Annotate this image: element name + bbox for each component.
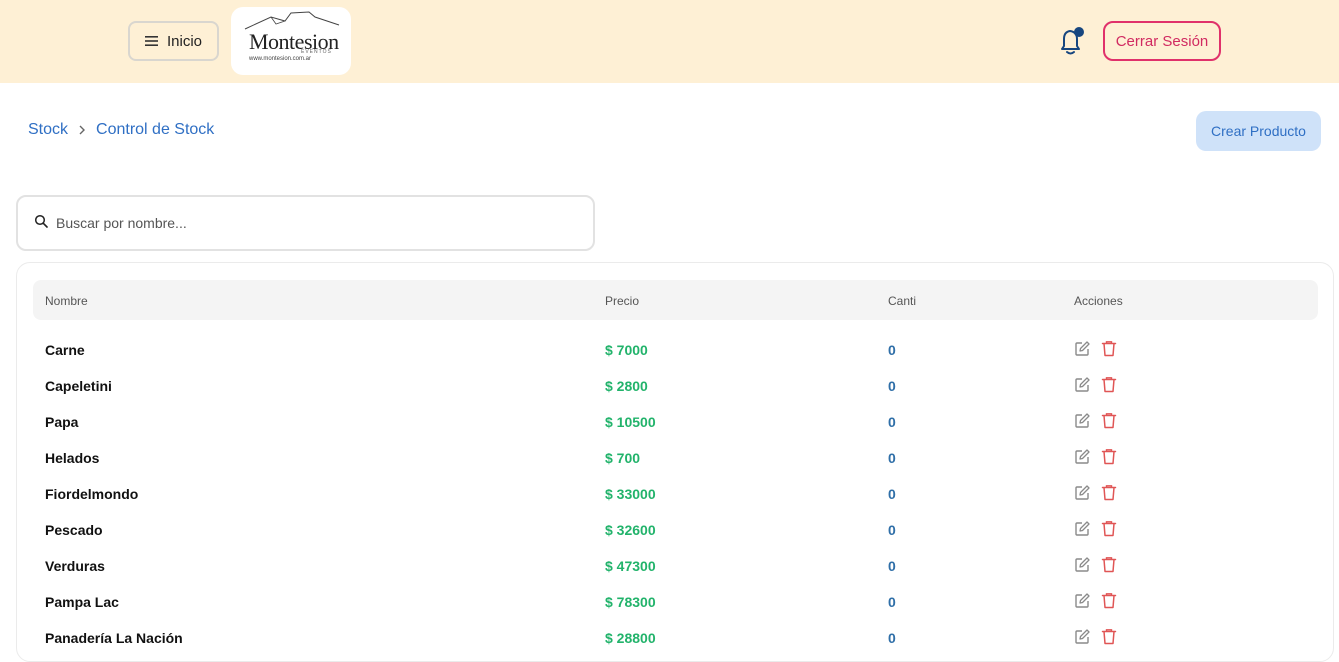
table-row: Pescado $ 32600 0 — [33, 507, 1318, 543]
product-name: Pescado — [45, 522, 103, 538]
trash-icon[interactable] — [1101, 592, 1117, 609]
product-quantity: 0 — [888, 414, 896, 430]
edit-icon[interactable] — [1074, 377, 1090, 393]
edit-icon[interactable] — [1074, 521, 1090, 537]
trash-icon[interactable] — [1101, 448, 1117, 465]
edit-icon[interactable] — [1074, 557, 1090, 573]
trash-icon[interactable] — [1101, 376, 1117, 393]
bell-icon — [1061, 27, 1084, 55]
trash-icon[interactable] — [1101, 412, 1117, 429]
table-row: Fiordelmondo $ 33000 0 — [33, 471, 1318, 507]
edit-icon[interactable] — [1074, 593, 1090, 609]
column-header-acciones: Acciones — [1074, 294, 1123, 308]
edit-icon[interactable] — [1074, 341, 1090, 357]
trash-icon[interactable] — [1101, 556, 1117, 573]
stock-table: Nombre Precio Canti Acciones Carne $ 7000… — [16, 262, 1334, 662]
edit-icon[interactable] — [1074, 413, 1090, 429]
montesion-logo[interactable]: Montesion EVENTOS www.montesion.com.ar — [231, 7, 351, 75]
table-row: Papa $ 10500 0 — [33, 399, 1318, 435]
table-row: Carne $ 7000 0 — [33, 327, 1318, 363]
search-icon — [34, 214, 48, 233]
top-bar: Inicio Montesion EVENTOS www.montesion.c… — [0, 0, 1339, 83]
product-quantity: 0 — [888, 630, 896, 646]
product-price: $ 33000 — [605, 486, 656, 502]
logout-button[interactable]: Cerrar Sesión — [1103, 21, 1221, 61]
trash-icon[interactable] — [1101, 484, 1117, 501]
product-name: Helados — [45, 450, 100, 466]
table-row: Capeletini $ 2800 0 — [33, 363, 1318, 399]
product-price: $ 7000 — [605, 342, 648, 358]
product-price: $ 10500 — [605, 414, 656, 430]
product-name: Capeletini — [45, 378, 112, 394]
product-quantity: 0 — [888, 378, 896, 394]
search-box — [16, 195, 595, 251]
home-menu-label: Inicio — [166, 32, 203, 50]
product-quantity: 0 — [888, 486, 896, 502]
column-header-nombre[interactable]: Nombre — [45, 294, 88, 308]
product-name: Carne — [45, 342, 85, 358]
product-quantity: 0 — [888, 450, 896, 466]
product-quantity: 0 — [888, 522, 896, 538]
product-name: Panadería La Nación — [45, 630, 183, 646]
product-quantity: 0 — [888, 342, 896, 358]
trash-icon[interactable] — [1101, 340, 1117, 357]
logo-subtext: EVENTOS — [301, 49, 332, 55]
product-name: Verduras — [45, 558, 105, 574]
edit-icon[interactable] — [1074, 449, 1090, 465]
product-name: Fiordelmondo — [45, 486, 139, 502]
product-price: $ 2800 — [605, 378, 648, 394]
product-price: $ 78300 — [605, 594, 656, 610]
chevron-right-icon — [78, 124, 86, 136]
search-input[interactable] — [56, 215, 556, 231]
home-menu-button[interactable]: Inicio — [128, 21, 219, 61]
logo-url: www.montesion.com.ar — [249, 56, 312, 62]
table-row: Helados $ 700 0 — [33, 435, 1318, 471]
hamburger-icon — [144, 35, 159, 47]
create-product-button[interactable]: Crear Producto — [1196, 111, 1321, 151]
column-header-precio[interactable]: Precio — [605, 294, 639, 308]
notifications-bell[interactable] — [1056, 26, 1086, 58]
breadcrumb-control-de-stock[interactable]: Control de Stock — [96, 121, 214, 139]
trash-icon[interactable] — [1101, 520, 1117, 537]
product-price: $ 28800 — [605, 630, 656, 646]
table-row: Panadería La Nación $ 28800 0 — [33, 615, 1318, 651]
product-name: Papa — [45, 414, 79, 430]
product-quantity: 0 — [888, 558, 896, 574]
table-row: Verduras $ 47300 0 — [33, 543, 1318, 579]
product-price: $ 47300 — [605, 558, 656, 574]
product-quantity: 0 — [888, 594, 896, 610]
edit-icon[interactable] — [1074, 629, 1090, 645]
product-price: $ 32600 — [605, 522, 656, 538]
breadcrumb: Stock Control de Stock — [28, 121, 214, 139]
product-price: $ 700 — [605, 450, 641, 466]
breadcrumb-stock[interactable]: Stock — [28, 121, 68, 139]
column-header-cantidad[interactable]: Canti — [888, 294, 916, 308]
table-header: Nombre Precio Canti Acciones — [33, 280, 1318, 320]
trash-icon[interactable] — [1101, 628, 1117, 645]
edit-icon[interactable] — [1074, 485, 1090, 501]
table-row: Pampa Lac $ 78300 0 — [33, 579, 1318, 615]
product-name: Pampa Lac — [45, 594, 119, 610]
